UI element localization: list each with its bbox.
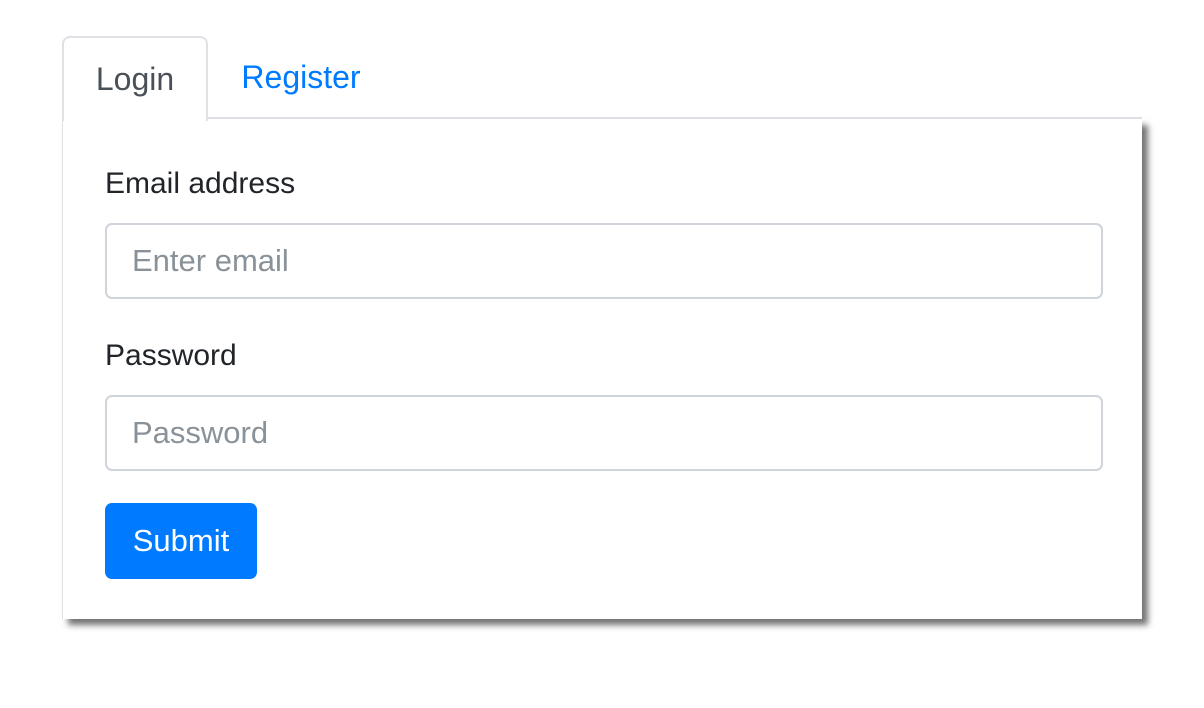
auth-card: Login Register Email address Password Su… [62,36,1142,619]
login-form-panel: Email address Password Submit [62,119,1142,619]
tab-login[interactable]: Login [62,36,208,121]
password-input[interactable] [105,395,1103,471]
email-input[interactable] [105,223,1103,299]
password-label: Password [105,339,237,372]
email-label: Email address [105,167,296,200]
tab-register[interactable]: Register [208,36,394,119]
submit-button[interactable]: Submit [105,503,257,579]
auth-tabs: Login Register [62,36,1142,121]
